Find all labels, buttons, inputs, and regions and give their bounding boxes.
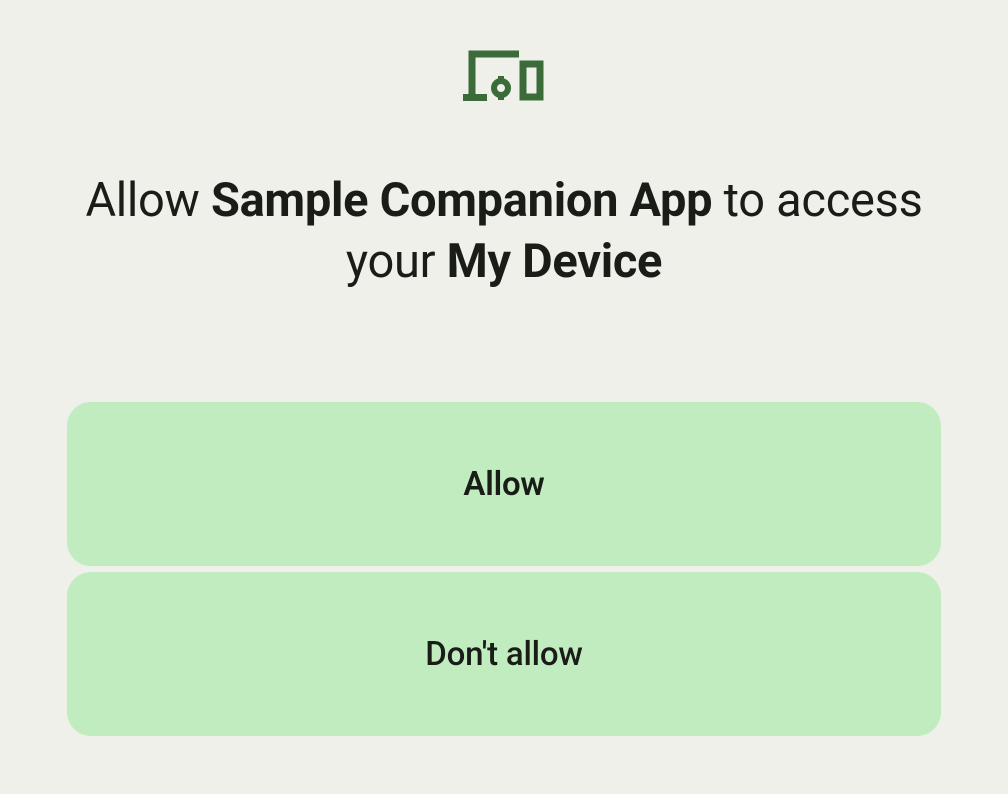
device-name: My Device: [447, 234, 663, 289]
title-prefix: Allow: [85, 173, 211, 228]
permission-title: Allow Sample Companion App to access you…: [0, 170, 1008, 292]
devices-icon: [463, 48, 545, 104]
deny-button[interactable]: Don't allow: [67, 572, 941, 736]
allow-button[interactable]: Allow: [67, 402, 941, 566]
permission-dialog: Allow Sample Companion App to access you…: [0, 0, 1008, 794]
button-stack: Allow Don't allow: [67, 402, 941, 736]
app-name: Sample Companion App: [211, 173, 712, 228]
